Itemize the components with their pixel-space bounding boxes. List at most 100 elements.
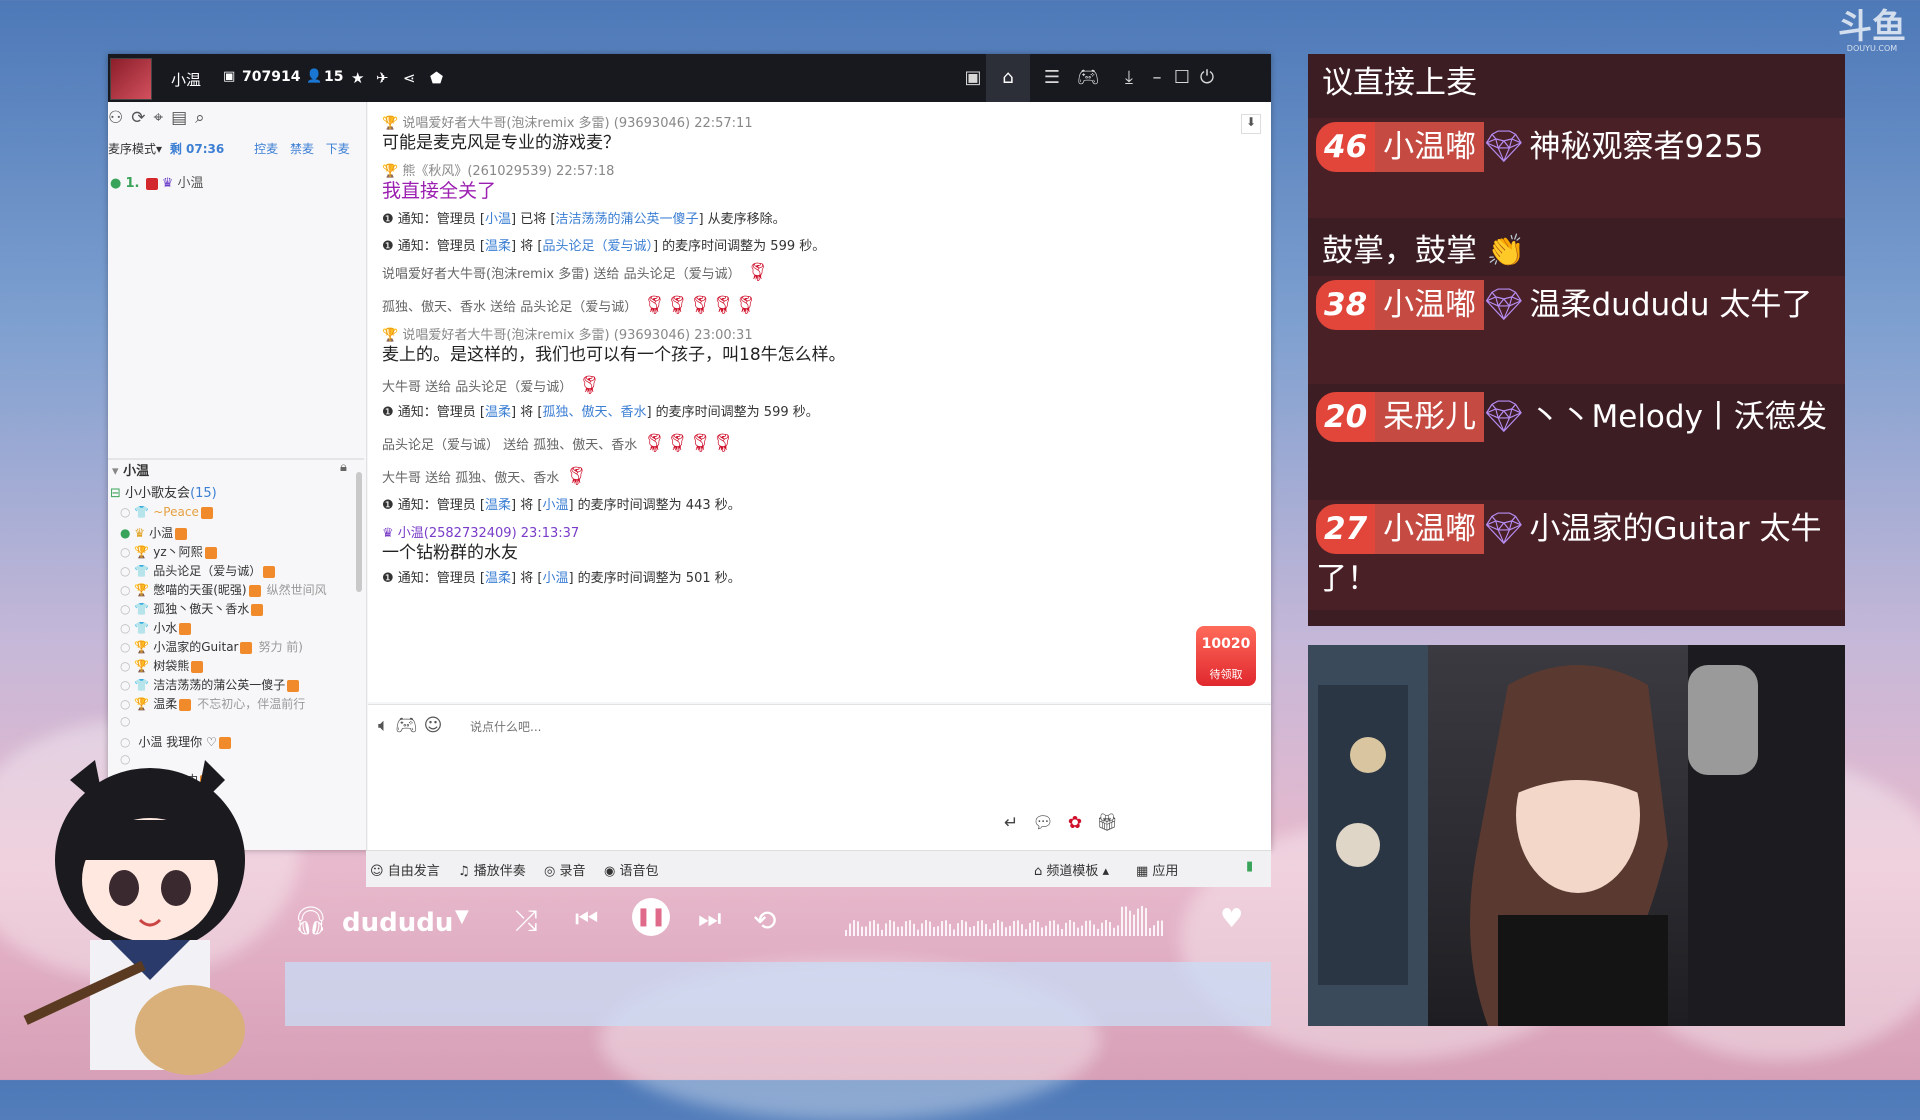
waveform	[845, 906, 1165, 936]
video-icon[interactable]: ▣	[959, 64, 987, 92]
user-list-item[interactable]: ○	[120, 714, 140, 728]
notice-user-link[interactable]: 温柔	[485, 571, 511, 586]
emoji-icon[interactable]: ☺	[424, 715, 449, 736]
previous-icon[interactable]: ⏮	[575, 904, 598, 935]
role-icon: 👕	[130, 505, 150, 519]
group-row[interactable]: ⊟ 小小歌友会(15)	[110, 482, 217, 501]
user-list-item[interactable]: ○ 🏆 憋喵的天蛋(昵强) 纵然世间风	[120, 581, 327, 598]
status-dot-icon: ○	[120, 640, 131, 654]
shuffle-icon[interactable]: ⤮	[515, 904, 537, 938]
danmu-text: 温柔dududu 太牛了	[1529, 287, 1813, 323]
danmu-user-name[interactable]: 小温嘟	[1375, 504, 1485, 554]
danmu-user-name[interactable]: 小温嘟	[1375, 280, 1485, 330]
channel-root[interactable]: ▾ 小温	[112, 460, 149, 479]
mic-action-3[interactable]: 下麦	[326, 142, 350, 156]
favorite-icon[interactable]: ★	[351, 69, 364, 87]
shield-icon[interactable]: ⬟	[430, 69, 443, 87]
refresh-icon[interactable]: ⟳	[131, 108, 153, 128]
user-list-item[interactable]: ○ 👕 小水	[120, 619, 197, 636]
user-list-item[interactable]: ○ 🏆 温柔 不忘初心，伴温前行	[120, 695, 305, 712]
avatar[interactable]	[110, 58, 152, 100]
play-accompaniment-button[interactable]: ♫ 播放伴奏	[458, 860, 526, 879]
minimize-icon[interactable]: –	[1143, 64, 1171, 92]
danmu-level-badge: 46	[1316, 122, 1376, 172]
gamepad-icon[interactable]: 🎮︎	[395, 715, 424, 736]
voice-client-window: 小温 ▣ 707914 👤 15 ★ ✈ ⋖ ⬟ ▣ ⌂ ☰ 🎮︎ ⤓ – ☐ …	[108, 54, 1271, 887]
gamepad-icon[interactable]: 🎮︎	[1074, 64, 1102, 92]
waveform-bar	[897, 926, 899, 936]
waveform-bar	[1005, 927, 1007, 936]
notice-user-link[interactable]: 洁洁荡荡的蒲公英一傻子	[555, 212, 698, 227]
waveform-bar	[1021, 924, 1023, 936]
user-list-item[interactable]: ○ 👕 孤独丶傲天丶香水	[120, 600, 269, 617]
user-note: 不忘初心，伴温前行	[197, 697, 306, 711]
message-text: 我直接全关了	[382, 180, 497, 202]
mic-action-1[interactable]: 控麦	[254, 142, 278, 156]
download-icon[interactable]: ⤓	[1115, 64, 1143, 92]
user-list-item[interactable]: ○ 🏆 小温家的Guitar 努力 前)	[120, 638, 303, 655]
notice-user-link[interactable]: 温柔	[485, 239, 511, 254]
plane-icon[interactable]: ✈	[376, 69, 389, 87]
lock-icon[interactable]: 🔒︎	[340, 460, 347, 475]
home-icon[interactable]: ⌂	[986, 54, 1030, 102]
user-list-item[interactable]: ○ 👕 ~Peace	[120, 505, 219, 519]
waveform-bar	[1085, 920, 1087, 936]
level-badge-icon	[175, 527, 188, 540]
waveform-bar	[869, 921, 871, 936]
chevron-down-icon[interactable]: ▼	[455, 906, 469, 927]
danmu-user-name[interactable]: 小温嘟	[1375, 122, 1485, 172]
danmu-user-name[interactable]: 呆彤儿	[1375, 392, 1485, 442]
chat-input[interactable]	[468, 715, 1172, 739]
notice-user-link[interactable]: 小温	[542, 498, 568, 513]
user-list-item[interactable]: ○ 🏆 yz丶阿熙	[120, 543, 223, 560]
channel-template-button[interactable]: ⌂ 频道模板 ▴	[1034, 860, 1109, 879]
gift-icon[interactable]: 🎁︎	[1096, 813, 1132, 833]
search-icon[interactable]: ⌕	[195, 108, 213, 128]
maximize-icon[interactable]: ☐	[1168, 64, 1196, 92]
waveform-bar	[1045, 925, 1047, 936]
voice-pack-button[interactable]: ◉ 语音包	[604, 860, 659, 879]
notice-user-link[interactable]: 温柔	[485, 498, 511, 513]
mic-action-2[interactable]: 禁麦	[290, 142, 314, 156]
notice-user-link[interactable]: 小温	[485, 212, 511, 227]
chevron-down-icon[interactable]: ▾	[156, 142, 162, 156]
repeat-icon[interactable]: ⟲	[753, 904, 776, 937]
notice-user-link[interactable]: 小温	[542, 571, 568, 586]
voice-pack-label: 语音包	[619, 864, 659, 879]
status-dot-icon: ○	[120, 678, 131, 692]
notes-icon[interactable]: ▤	[171, 108, 195, 128]
bubble-icon[interactable]: 💬︎	[1032, 813, 1068, 833]
share-icon[interactable]: ⋖	[403, 69, 416, 87]
danmu-panel: 议直接上麦 46 小温嘟 💎︎ 神秘观察者9255 鼓掌，鼓掌 👏 38 小温嘟 💎︎ 温柔dud…	[1308, 54, 1845, 626]
list-icon[interactable]: ☰	[1038, 64, 1066, 92]
user-list-item[interactable]: ○ 🏆 树袋熊	[120, 657, 209, 674]
pause-button[interactable]: ❚❚	[632, 898, 670, 936]
power-icon[interactable]: ⏻	[1193, 64, 1221, 92]
user-icon[interactable]: ⚇	[108, 108, 131, 128]
user-list-item[interactable]: ○ 👕 品头论足（爱与诚）	[120, 562, 281, 579]
music-player: 🎧︎ dududu ▼ ⤮ ⏮ ❚❚ ⏭ ⟲ ♥	[285, 886, 1271, 1026]
waveform-bar	[865, 926, 867, 936]
user-list-scrollbar[interactable]	[356, 472, 362, 592]
speaker-icon[interactable]: 🔈︎	[378, 715, 395, 736]
record-button[interactable]: ◎ 录音	[544, 860, 586, 879]
gift-message: 大牛哥 送给 品头论足（爱与诚） 🌹︎	[382, 375, 601, 396]
next-icon[interactable]: ⏭	[698, 904, 721, 935]
waveform-bar	[1129, 910, 1131, 936]
mic-mode-select[interactable]: 麦序模式	[108, 142, 156, 156]
free-speak-button[interactable]: ☺ 自由发言	[370, 860, 440, 879]
scroll-bottom-icon[interactable]: ⬇	[1241, 114, 1261, 134]
waveform-bar	[1069, 920, 1071, 936]
mic-queue-item[interactable]: ● 1. ♛ 小温	[110, 172, 204, 191]
notice-user-link[interactable]: 孤独、傲天、香水	[542, 405, 646, 420]
heart-icon[interactable]: ♥	[1220, 904, 1243, 934]
flower-icon[interactable]: ✿	[1068, 813, 1096, 833]
user-list-item[interactable]: ○ 👕 洁洁荡荡的蒲公英一傻子	[120, 676, 305, 693]
apps-button[interactable]: ▦ 应用	[1136, 860, 1178, 879]
enter-icon[interactable]: ↵	[1004, 813, 1032, 833]
notice-user-link[interactable]: 品头论足（爱与诚）	[542, 239, 653, 254]
location-icon[interactable]: ⌖	[154, 108, 172, 128]
notice-user-link[interactable]: 温柔	[485, 405, 511, 420]
reward-widget[interactable]: 10020 待领取	[1196, 626, 1256, 686]
user-list-item[interactable]: ● ♛ 小温	[120, 524, 193, 541]
